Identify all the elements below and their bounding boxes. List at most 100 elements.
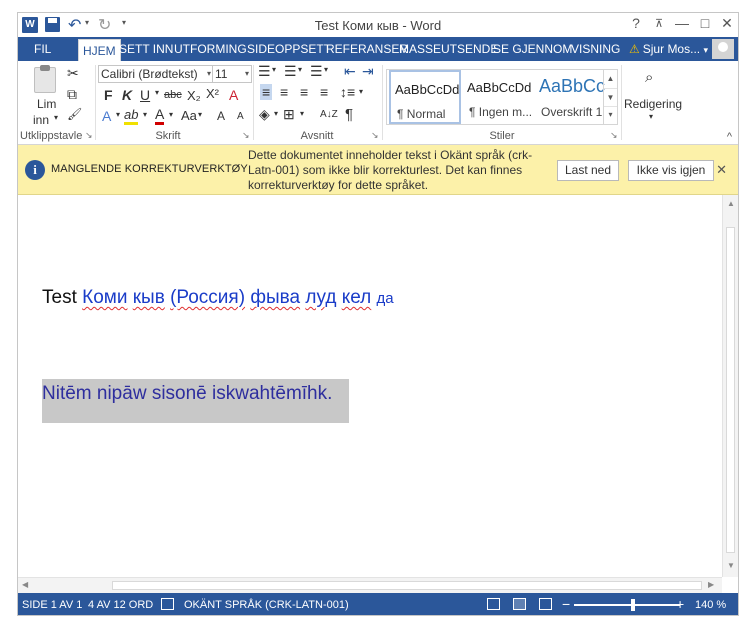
misspelled-word[interactable]: луд bbox=[305, 287, 336, 308]
text-effects-dropdown-icon[interactable]: ▾ bbox=[116, 110, 120, 119]
superscript-button[interactable]: X² bbox=[206, 86, 219, 101]
read-mode-icon[interactable] bbox=[487, 598, 500, 610]
justify-icon[interactable]: ≡ bbox=[320, 84, 328, 100]
multilevel-list-icon[interactable]: ☰ bbox=[310, 63, 323, 80]
misspelled-word[interactable]: кел bbox=[342, 287, 372, 308]
subscript-button[interactable]: X₂ bbox=[187, 88, 201, 103]
misspelled-word[interactable]: (Россия) bbox=[170, 287, 245, 308]
zoom-in-button[interactable]: + bbox=[676, 596, 684, 612]
horizontal-scrollbar[interactable]: ◀ ▶ bbox=[18, 577, 722, 593]
text-effects-icon[interactable]: A bbox=[102, 108, 111, 124]
tab-view[interactable]: VISNING bbox=[567, 37, 624, 61]
avatar[interactable] bbox=[712, 39, 734, 59]
minimize-button[interactable]: — bbox=[672, 15, 692, 31]
styles-more-icon[interactable]: ▾ bbox=[604, 106, 617, 122]
paste-label-2[interactable]: inn bbox=[33, 113, 49, 127]
zoom-slider-thumb[interactable] bbox=[631, 599, 635, 611]
tab-mailings[interactable]: MASSEUTSENDE bbox=[395, 37, 502, 61]
increase-indent-icon[interactable]: ⇥ bbox=[362, 63, 374, 80]
ribbon-display-options-button[interactable]: ⊼ bbox=[649, 17, 669, 30]
web-layout-icon[interactable] bbox=[539, 598, 552, 610]
misspelled-word[interactable]: фыва bbox=[250, 287, 300, 308]
binoculars-icon[interactable]: ⌕ bbox=[645, 69, 653, 86]
clipboard-launcher-icon[interactable]: ↘ bbox=[85, 130, 93, 141]
paste-dropdown-icon[interactable]: ▾ bbox=[54, 113, 58, 122]
styles-launcher-icon[interactable]: ↘ bbox=[610, 130, 618, 141]
line-spacing-dropdown-icon[interactable]: ▾ bbox=[359, 87, 363, 96]
scroll-up-icon[interactable]: ▲ bbox=[723, 199, 738, 208]
selected-text-highlight[interactable]: Nitēm nipāw sisonē iskwahtēmīhk. bbox=[42, 379, 349, 423]
align-center-icon[interactable]: ≡ bbox=[280, 84, 288, 100]
document-area[interactable]: Test Коми кыв (Россия) фыва луд кел да N… bbox=[18, 195, 738, 593]
shrink-font-button[interactable]: A bbox=[237, 111, 244, 122]
font-name-combo[interactable]: Calibri (Brødtekst) ▾ bbox=[98, 65, 214, 83]
font-size-combo[interactable]: 11 ▾ bbox=[212, 65, 252, 83]
editing-dropdown-icon[interactable]: ▾ bbox=[649, 112, 653, 121]
line-spacing-icon[interactable]: ↕≡ bbox=[340, 84, 355, 100]
multilevel-list-dropdown-icon[interactable]: ▾ bbox=[324, 65, 328, 74]
numbering-icon[interactable]: ☰ bbox=[284, 63, 297, 80]
bullets-icon[interactable]: ☰ bbox=[258, 63, 271, 80]
page-count[interactable]: SIDE 1 AV 1 bbox=[22, 599, 82, 611]
style-normal[interactable]: AaBbCcDd ¶ Normal bbox=[389, 70, 461, 124]
user-account[interactable]: ⚠ Sjur Mos... ▾ bbox=[629, 37, 708, 61]
underline-dropdown-icon[interactable]: ▾ bbox=[155, 88, 159, 97]
close-message-icon[interactable]: ✕ bbox=[716, 162, 727, 178]
grow-font-button[interactable]: A bbox=[217, 109, 225, 123]
highlight-icon[interactable]: ab bbox=[124, 108, 139, 125]
editing-button[interactable]: Redigering bbox=[624, 97, 682, 111]
show-marks-icon[interactable]: ¶ bbox=[345, 106, 353, 123]
proofing-status-icon[interactable] bbox=[161, 598, 174, 610]
styles-scroll[interactable]: ▲ ▼ ▾ bbox=[603, 70, 617, 124]
paste-label-1[interactable]: Lim bbox=[37, 97, 56, 111]
font-color-dropdown-icon[interactable]: ▾ bbox=[169, 110, 173, 119]
misspelled-word[interactable]: кыв bbox=[133, 287, 165, 308]
change-case-button[interactable]: Aa bbox=[181, 108, 197, 123]
dont-show-again-button[interactable]: Ikke vis igjen bbox=[628, 160, 714, 181]
tab-review[interactable]: SE GJENNOM bbox=[489, 37, 576, 61]
tab-insert[interactable]: SETT INN bbox=[115, 37, 177, 61]
change-case-dropdown-icon[interactable]: ▾ bbox=[198, 110, 202, 119]
sort-icon[interactable]: A↓Z bbox=[320, 109, 338, 120]
bold-button[interactable]: F bbox=[104, 87, 113, 103]
font-color-icon[interactable]: A bbox=[155, 107, 165, 125]
highlight-dropdown-icon[interactable]: ▾ bbox=[143, 110, 147, 119]
paste-icon[interactable] bbox=[34, 65, 56, 93]
zoom-level[interactable]: 140 % bbox=[695, 599, 726, 611]
shading-icon[interactable]: ◈ bbox=[259, 106, 270, 123]
decrease-indent-icon[interactable]: ⇤ bbox=[344, 63, 356, 80]
scroll-left-icon[interactable]: ◀ bbox=[22, 580, 28, 589]
download-button[interactable]: Last ned bbox=[557, 160, 619, 181]
scroll-down-icon[interactable]: ▼ bbox=[723, 561, 738, 570]
numbering-dropdown-icon[interactable]: ▾ bbox=[298, 65, 302, 74]
close-button[interactable]: ✕ bbox=[717, 15, 737, 32]
zoom-slider[interactable] bbox=[574, 599, 680, 611]
style-no-spacing[interactable]: AaBbCcDd ¶ Ingen m... bbox=[463, 70, 535, 124]
collapse-ribbon-icon[interactable]: ^ bbox=[727, 131, 732, 143]
maximize-button[interactable]: □ bbox=[695, 15, 715, 31]
bullets-dropdown-icon[interactable]: ▾ bbox=[272, 65, 276, 74]
cut-icon[interactable]: ✂ bbox=[67, 65, 79, 82]
align-left-icon[interactable]: ≡ bbox=[260, 84, 273, 100]
language-indicator[interactable]: OKÄNT SPRÅK (CRK-LATN-001) bbox=[184, 599, 349, 611]
shading-dropdown-icon[interactable]: ▾ bbox=[274, 109, 278, 118]
borders-icon[interactable]: ⊞ bbox=[283, 106, 295, 123]
tab-file[interactable]: FIL bbox=[18, 37, 68, 61]
style-heading-1[interactable]: AaBbCc Overskrift 1 bbox=[535, 70, 607, 124]
vertical-scroll-thumb[interactable] bbox=[726, 227, 735, 553]
vertical-scrollbar[interactable]: ▲ ▼ bbox=[722, 195, 738, 577]
borders-dropdown-icon[interactable]: ▾ bbox=[300, 109, 304, 118]
misspelled-word[interactable]: Коми bbox=[82, 287, 127, 308]
font-launcher-icon[interactable]: ↘ bbox=[242, 130, 250, 141]
help-button[interactable]: ? bbox=[626, 15, 646, 31]
word-count[interactable]: 4 AV 12 ORD bbox=[88, 599, 153, 611]
styles-scroll-up-icon[interactable]: ▲ bbox=[604, 70, 617, 88]
horizontal-scroll-thumb[interactable] bbox=[112, 581, 702, 590]
copy-icon[interactable]: ⧉ bbox=[67, 86, 77, 103]
document-line-1[interactable]: Test Коми кыв (Россия) фыва луд кел да bbox=[42, 287, 394, 309]
zoom-out-button[interactable]: − bbox=[562, 596, 570, 612]
strikethrough-button[interactable]: abc bbox=[164, 89, 182, 101]
clear-formatting-icon[interactable]: A bbox=[229, 87, 238, 103]
document-line-2[interactable]: Nitēm nipāw sisonē iskwahtēmīhk. bbox=[42, 383, 332, 405]
scroll-right-icon[interactable]: ▶ bbox=[708, 580, 714, 589]
